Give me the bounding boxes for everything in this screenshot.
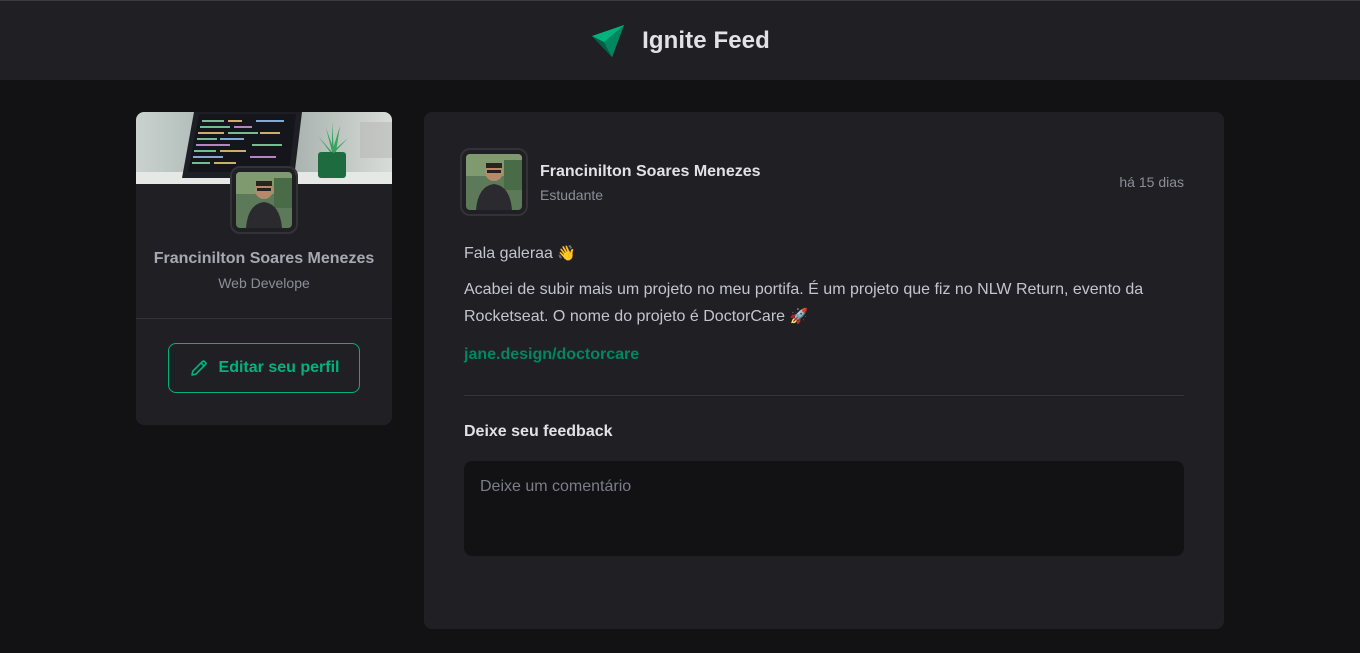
app-header: Ignite Feed	[0, 0, 1360, 80]
avatar[interactable]	[230, 166, 298, 234]
comment-input[interactable]	[464, 461, 1184, 556]
waving-hand-icon: 👋	[557, 244, 577, 262]
post-link[interactable]: jane.design/doctorcare	[464, 346, 639, 364]
post-author-role: Estudante	[540, 187, 604, 203]
post-body: Acabei de subir mais um projeto no meu p…	[464, 277, 1184, 330]
profile-sidebar: Francinilton Soares Menezes Web Develope…	[136, 112, 392, 425]
profile-name: Francinilton Soares Menezes	[153, 250, 375, 267]
rocket-icon: 🚀	[789, 307, 809, 325]
feedback-title: Deixe seu feedback	[464, 423, 613, 440]
profile-role: Web Develope	[218, 275, 310, 291]
divider	[464, 395, 1184, 396]
post-greeting-text: Fala galeraa	[464, 245, 553, 262]
avatar[interactable]	[460, 148, 528, 216]
post-card: Francinilton Soares Menezes Estudante há…	[424, 112, 1224, 629]
divider	[136, 318, 392, 319]
post-timestamp: há 15 dias	[1119, 174, 1184, 190]
post-author-name: Francinilton Soares Menezes	[540, 163, 761, 180]
post-greeting: Fala galeraa 👋	[464, 240, 576, 267]
edit-profile-label: Editar seu perfil	[218, 359, 340, 376]
edit-profile-button[interactable]: Editar seu perfil	[168, 343, 360, 393]
pencil-icon	[189, 358, 209, 378]
app-title: Ignite Feed	[642, 26, 770, 54]
paper-plane-icon	[590, 24, 626, 58]
